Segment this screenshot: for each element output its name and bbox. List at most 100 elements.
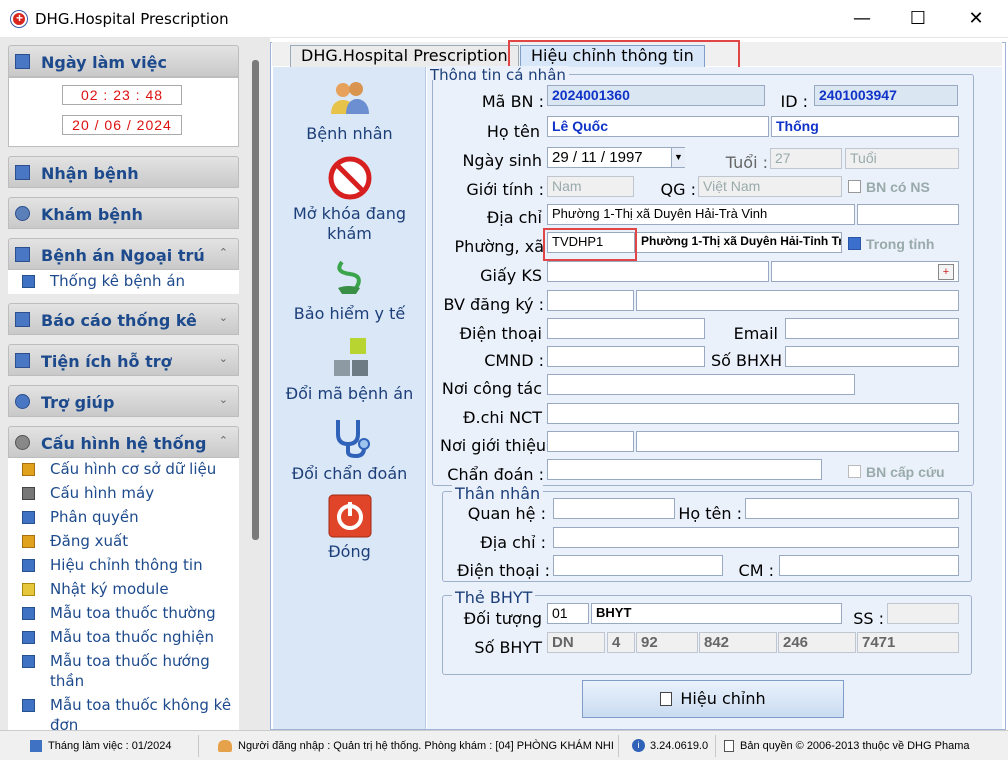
dchi-nct-field[interactable] xyxy=(547,403,959,424)
quan-he-field[interactable] xyxy=(553,498,675,519)
patient-button[interactable]: Bệnh nhân xyxy=(273,76,426,144)
bhyt-part-1[interactable]: DN xyxy=(547,632,605,653)
book-icon xyxy=(15,247,30,262)
doi-tuong-name[interactable]: BHYT xyxy=(591,603,842,624)
bhyt-part-6[interactable]: 7471 xyxy=(857,632,959,653)
ho-field[interactable]: Lê Quốc xyxy=(547,116,769,137)
sidebar-section-work-day[interactable]: Ngày làm việc xyxy=(8,45,239,77)
sidebar-item-label-cont: đơn xyxy=(50,716,79,730)
gioi-tinh-select[interactable]: Nam xyxy=(547,176,634,197)
so-bhxh-field[interactable] xyxy=(785,346,959,367)
stethoscope-icon xyxy=(335,420,370,459)
bhyt-part-5[interactable]: 246 xyxy=(778,632,856,653)
sidebar-section-label: Bệnh án Ngoại trú xyxy=(41,246,205,265)
stethoscope-icon xyxy=(15,206,30,221)
bv-code-field[interactable] xyxy=(547,290,634,311)
expand-icon[interactable]: ⌄ xyxy=(219,352,228,365)
ngay-sinh-picker[interactable]: 29 / 11 / 1997 xyxy=(547,147,685,168)
dien-thoai-field[interactable] xyxy=(547,318,705,339)
close-form-button[interactable]: Đóng xyxy=(273,494,426,562)
email-label: Email xyxy=(733,324,778,343)
status-separator xyxy=(198,735,199,757)
id-field[interactable]: 2401003947 xyxy=(814,85,958,106)
cmnd-field[interactable] xyxy=(547,346,705,367)
ho-ten-label: Họ tên xyxy=(486,122,540,141)
sidebar-section-label: Trợ giúp xyxy=(41,393,115,412)
sidebar-section-label: Khám bệnh xyxy=(41,205,143,224)
sidebar-section-kham-benh[interactable]: Khám bệnh xyxy=(8,197,239,229)
status-user: Người đăng nhập : Quản trị hệ thống. Phò… xyxy=(238,740,614,752)
ngay-sinh-label: Ngày sinh xyxy=(462,151,542,170)
bn-co-ns-label: BN có NS xyxy=(866,179,930,195)
sidebar-section-bao-cao[interactable]: Báo cáo thống kê ⌄ xyxy=(8,303,239,335)
document-icon xyxy=(22,631,35,644)
maximize-button[interactable]: ☐ xyxy=(890,0,946,38)
ma-bn-field[interactable]: 2024001360 xyxy=(547,85,765,106)
collapse-icon[interactable]: ⌃ xyxy=(219,246,228,259)
cm-field[interactable] xyxy=(779,555,959,576)
tiles-icon xyxy=(333,338,368,376)
noi-cong-tac-label: Nơi công tác xyxy=(441,379,542,398)
trong-tinh-checkbox[interactable] xyxy=(848,237,861,250)
document-icon xyxy=(724,740,734,752)
sidebar-section-cau-hinh[interactable]: Cấu hình hệ thống ⌃ xyxy=(8,426,239,458)
chan-doan-field[interactable] xyxy=(547,459,822,480)
change-diagnosis-button[interactable]: Đổi chẩn đoán xyxy=(273,416,426,484)
phuong-name-field[interactable]: Phường 1-Thị xã Duyên Hải-Tỉnh Trà Vinh xyxy=(636,232,842,253)
wrench-icon xyxy=(22,487,35,500)
trong-tinh-label: Trong tỉnh xyxy=(866,236,935,252)
noi-cong-tac-field[interactable] xyxy=(547,374,855,395)
title-bar: DHG.Hospital Prescription — ☐ ✕ xyxy=(0,0,1008,38)
bn-cap-cuu-checkbox[interactable] xyxy=(848,465,861,478)
medical-card-icon[interactable]: + xyxy=(938,264,954,280)
quan-he-label: Quan hệ : xyxy=(467,504,546,523)
status-month: Tháng làm việc : 01/2024 xyxy=(48,740,172,752)
tuoi-stepper[interactable]: 27 xyxy=(770,148,842,169)
tools-icon xyxy=(15,353,30,368)
noi-gioi-thieu-code[interactable] xyxy=(547,431,634,452)
change-record-button[interactable]: Đổi mã bệnh án xyxy=(273,336,426,404)
than-nhan-ho-ten-label: Họ tên : xyxy=(678,504,742,523)
tuoi-unit-select[interactable]: Tuổi xyxy=(845,148,959,169)
sidebar-section-nhan-benh[interactable]: Nhận bệnh xyxy=(8,156,239,188)
sidebar-scrollbar[interactable] xyxy=(252,60,259,540)
than-nhan-dien-thoai-field[interactable] xyxy=(553,555,723,576)
bhyt-part-2[interactable]: 4 xyxy=(607,632,635,653)
dia-chi-extra-field[interactable] xyxy=(857,204,959,225)
unlock-exam-button[interactable]: Mở khóa đang khám xyxy=(273,156,426,244)
minimize-button[interactable]: — xyxy=(834,0,890,38)
ss-select[interactable] xyxy=(887,603,959,624)
qg-select[interactable]: Việt Nam xyxy=(698,176,842,197)
date-dropdown-icon[interactable]: ▼ xyxy=(671,148,685,167)
calendar-icon xyxy=(15,54,30,69)
tuoi-label: Tuổi : xyxy=(725,153,768,172)
notebook-icon xyxy=(22,583,35,596)
bv-name-field[interactable] xyxy=(636,290,959,311)
email-field[interactable] xyxy=(785,318,959,339)
expand-icon[interactable]: ⌄ xyxy=(219,393,228,406)
sidebar-section-tien-ich[interactable]: Tiện ích hỗ trợ ⌄ xyxy=(8,344,239,376)
giay-ks-field[interactable] xyxy=(547,261,769,282)
than-nhan-ho-ten-field[interactable] xyxy=(745,498,959,519)
expand-icon[interactable]: ⌄ xyxy=(219,311,228,324)
bhyt-part-3[interactable]: 92 xyxy=(636,632,698,653)
sidebar-section-tro-giup[interactable]: Trợ giúp ⌄ xyxy=(8,385,239,417)
collapse-icon[interactable]: ⌃ xyxy=(219,434,228,447)
doi-tuong-code[interactable]: 01 xyxy=(547,603,589,624)
insurance-button[interactable]: Bảo hiểm y tế xyxy=(273,256,426,324)
bhyt-part-4[interactable]: 842 xyxy=(699,632,777,653)
close-button[interactable]: ✕ xyxy=(948,0,1004,38)
than-nhan-dia-chi-field[interactable] xyxy=(553,527,959,548)
doi-tuong-label: Đối tượng xyxy=(463,609,542,628)
ten-field[interactable]: Thống xyxy=(771,116,959,137)
than-nhan-dia-chi-label: Địa chỉ : xyxy=(480,533,546,552)
document-icon xyxy=(22,511,35,524)
sidebar-section-benh-an[interactable]: Bệnh án Ngoại trú ⌃ xyxy=(8,238,239,270)
giay-ks-extra-field[interactable] xyxy=(771,261,959,282)
tab-prescription[interactable]: DHG.Hospital Prescription xyxy=(290,45,519,67)
bn-co-ns-checkbox[interactable] xyxy=(848,180,861,193)
noi-gioi-thieu-name[interactable] xyxy=(636,431,959,452)
dia-chi-field[interactable]: Phường 1-Thị xã Duyên Hải-Trà Vinh xyxy=(547,204,855,225)
hieu-chinh-button[interactable]: Hiệu chỉnh xyxy=(582,680,844,718)
bhyt-title: Thẻ BHYT xyxy=(452,588,536,607)
